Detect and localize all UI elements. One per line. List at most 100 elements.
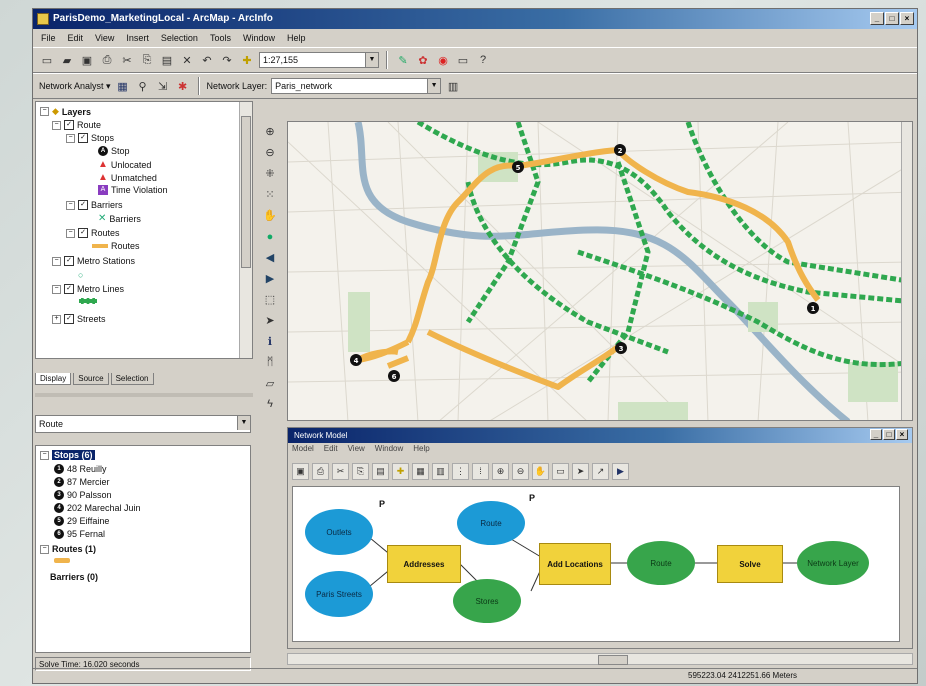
menu-tools[interactable]: Tools [208, 32, 233, 44]
model-menu-edit[interactable]: Edit [324, 444, 338, 458]
add-data-icon[interactable]: ✚ [392, 462, 409, 480]
list-item[interactable]: 6 95 Fernal [54, 529, 105, 539]
full-view-icon[interactable]: ▭ [552, 462, 569, 480]
tab-selection[interactable]: Selection [110, 373, 154, 385]
fixed-zoom-out-icon[interactable]: ⁙ [261, 186, 279, 204]
create-location-icon[interactable]: ⚲ [135, 78, 151, 94]
align-icon[interactable]: ⋮ [452, 462, 469, 480]
menu-help[interactable]: Help [285, 32, 308, 44]
toc-route-group[interactable]: − ✓ Route [52, 120, 101, 130]
model-canvas[interactable]: Outlets P Paris Streets Addresses Stores… [292, 486, 900, 642]
list-item[interactable]: 2 87 Mercier [54, 477, 110, 487]
toc-metro-stations[interactable]: − ✓ Metro Stations [52, 256, 135, 266]
addresses-tool[interactable]: Addresses [387, 545, 461, 583]
map-view[interactable]: 1 2 5 4 6 3 [287, 121, 913, 421]
scale-combo[interactable]: 1:27,155 ▼ [259, 52, 379, 68]
menu-edit[interactable]: Edit [66, 32, 86, 44]
new-icon[interactable]: ▭ [39, 52, 55, 68]
solve-tool[interactable]: Solve [717, 545, 783, 583]
zoom-out-icon[interactable]: ⊖ [512, 462, 529, 480]
na-routes-header[interactable]: − Routes (1) [40, 544, 96, 554]
print-icon[interactable]: ⎙ [99, 52, 115, 68]
toc-routes[interactable]: − ✓ Routes [66, 228, 120, 238]
model-minimize-button[interactable]: _ [870, 429, 882, 440]
panel-divider[interactable] [35, 393, 253, 397]
cut-icon[interactable]: ✂ [332, 462, 349, 480]
select-elements-icon[interactable]: ➤ [261, 311, 279, 329]
paste-icon[interactable]: ▤ [159, 52, 175, 68]
toc-stops[interactable]: − ✓ Stops [66, 133, 114, 143]
checkbox[interactable]: ✓ [64, 256, 74, 266]
toc-scrollbar[interactable] [239, 102, 252, 358]
grid-icon[interactable]: ▥ [432, 462, 449, 480]
measure-icon[interactable]: ⏥ [261, 374, 279, 392]
collapse-icon[interactable]: − [66, 200, 75, 210]
network-layer-node[interactable]: Network Layer [797, 541, 869, 585]
stores-node[interactable]: Stores [453, 579, 521, 623]
select-location-icon[interactable]: ⇲ [155, 78, 171, 94]
na-window-icon[interactable]: ▦ [115, 78, 131, 94]
paste-icon[interactable]: ▤ [372, 462, 389, 480]
identify-icon[interactable]: ℹ [261, 332, 279, 350]
save-icon[interactable]: ▣ [79, 52, 95, 68]
toc-metro-lines[interactable]: − ✓ Metro Lines [52, 284, 124, 294]
collapse-icon[interactable]: + [52, 314, 61, 324]
undo-icon[interactable]: ↶ [199, 52, 215, 68]
checkbox[interactable]: ✓ [64, 120, 74, 130]
close-button[interactable]: × [900, 12, 914, 25]
zoom-in-icon[interactable]: ⊕ [261, 123, 279, 141]
model-close-button[interactable]: × [896, 429, 908, 440]
select-features-icon[interactable]: ⬚ [261, 290, 279, 308]
find-icon[interactable]: ᛗ [261, 353, 279, 371]
hyperlink-icon[interactable]: ϟ [261, 395, 279, 413]
catalog-icon[interactable]: ◉ [435, 52, 451, 68]
menu-view[interactable]: View [93, 32, 116, 44]
scroll-thumb[interactable] [241, 116, 251, 268]
zoom-out-icon[interactable]: ⊖ [261, 144, 279, 162]
outlets-node[interactable]: Outlets [305, 509, 373, 555]
model-menu-model[interactable]: Model [292, 444, 314, 458]
chevron-down-icon[interactable]: ▼ [427, 79, 441, 93]
solve-icon[interactable]: ✱ [175, 78, 191, 94]
model-menu-help[interactable]: Help [413, 444, 429, 458]
list-item[interactable]: 5 29 Eiffaine [54, 516, 109, 526]
collapse-icon[interactable]: − [66, 133, 75, 143]
toc-barriers[interactable]: − ✓ Barriers [66, 200, 123, 210]
collapse-icon[interactable]: − [66, 228, 75, 238]
na-stops-header[interactable]: − Stops (6) [40, 450, 95, 460]
print-icon[interactable]: ⎙ [312, 462, 329, 480]
whats-this-icon[interactable]: ? [475, 52, 491, 68]
collapse-icon[interactable]: − [40, 450, 49, 460]
list-item[interactable]: 3 90 Palsson [54, 490, 112, 500]
list-item[interactable]: 4 202 Marechal Juin [54, 503, 141, 513]
save-icon[interactable]: ▣ [292, 462, 309, 480]
full-extent-icon[interactable]: ● [261, 228, 279, 246]
route-output-node[interactable]: Route [627, 541, 695, 585]
editor-icon[interactable]: ✎ [395, 52, 411, 68]
network-layer-combo[interactable]: Paris_network ▼ [271, 78, 442, 94]
open-icon[interactable]: ▰ [59, 52, 75, 68]
model-maximize-button[interactable]: □ [883, 429, 895, 440]
pan-icon[interactable]: ✋ [532, 462, 549, 480]
collapse-icon[interactable]: − [40, 107, 49, 116]
toc-layers[interactable]: − ◆ Layers [40, 106, 91, 117]
map-horizontal-scrollbar[interactable] [287, 653, 913, 665]
copy-icon[interactable]: ⎘ [352, 462, 369, 480]
checkbox[interactable]: ✓ [78, 133, 88, 143]
checkbox[interactable]: ✓ [64, 314, 74, 324]
add-locations-tool[interactable]: Add Locations [539, 543, 611, 585]
auto-layout-icon[interactable]: ⁞ [472, 462, 489, 480]
add-data-icon[interactable]: ✚ [239, 52, 255, 68]
redo-icon[interactable]: ↷ [219, 52, 235, 68]
delete-icon[interactable]: ✕ [179, 52, 195, 68]
arctoolbox-icon[interactable]: ✿ [415, 52, 431, 68]
na-barriers-header[interactable]: Barriers (0) [50, 572, 98, 582]
connect-icon[interactable]: ↗ [592, 462, 609, 480]
na-class-combo[interactable]: Route ▼ [35, 415, 251, 433]
list-item[interactable]: 1 48 Reuilly [54, 464, 107, 474]
select-icon[interactable]: ➤ [572, 462, 589, 480]
chevron-down-icon[interactable]: ▼ [237, 416, 250, 430]
tab-display[interactable]: Display [35, 373, 72, 385]
build-network-icon[interactable]: ▥ [445, 78, 461, 94]
checkbox[interactable]: ✓ [78, 200, 88, 210]
